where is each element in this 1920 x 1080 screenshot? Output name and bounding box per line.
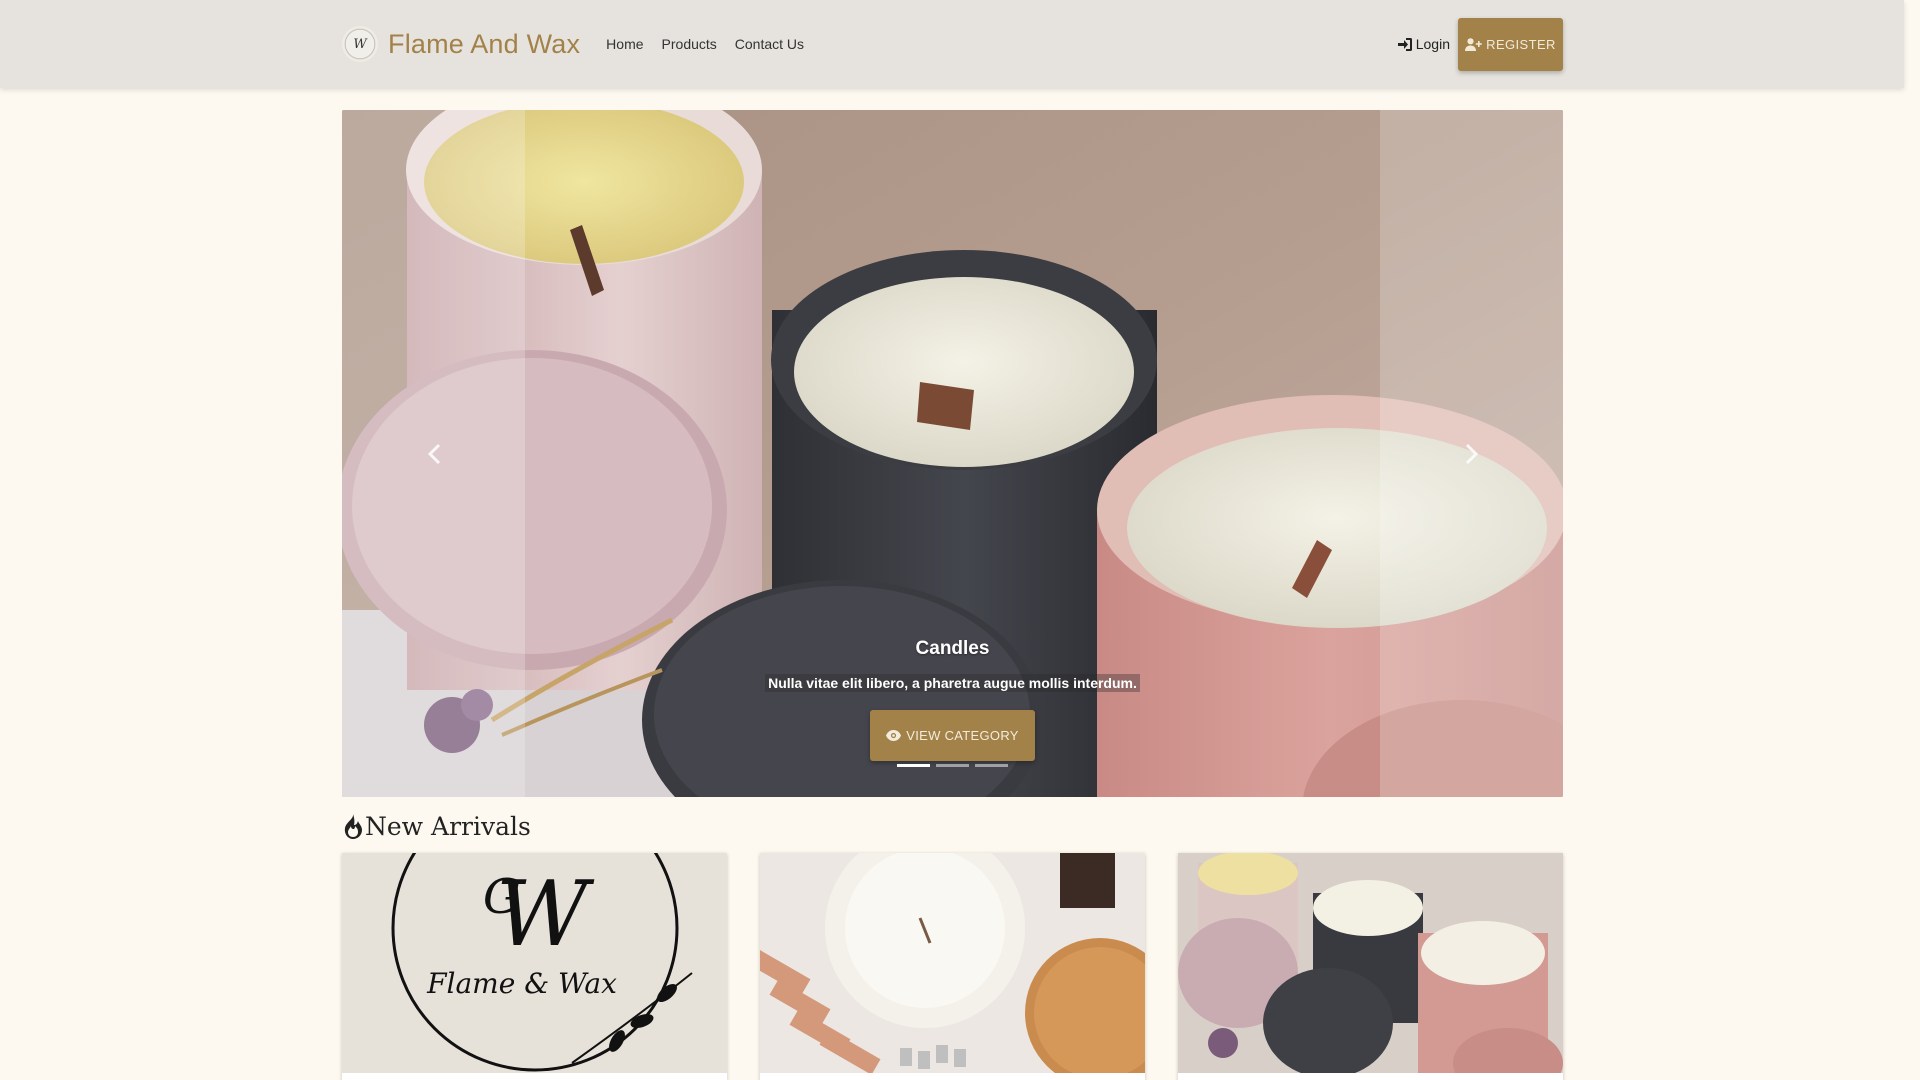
eye-icon bbox=[886, 730, 902, 741]
nav-link-contact[interactable]: Contact Us bbox=[735, 36, 804, 52]
caption-text: Nulla vitae elit libero, a pharetra augu… bbox=[765, 674, 1140, 692]
sign-in-icon bbox=[1397, 37, 1412, 51]
brand-logo-icon: W bbox=[342, 26, 378, 62]
nav-link-products[interactable]: Products bbox=[662, 36, 717, 52]
navbar: W Flame And Wax Home Products Contact Us… bbox=[0, 0, 1904, 88]
hero-carousel: Candles Nulla vitae elit libero, a phare… bbox=[342, 110, 1563, 797]
register-label: REGISTER bbox=[1486, 36, 1556, 52]
svg-text:G: G bbox=[483, 869, 521, 925]
chevron-left-icon bbox=[427, 443, 440, 464]
navbar-container: W Flame And Wax Home Products Contact Us… bbox=[342, 0, 1563, 88]
product-image-candles bbox=[1178, 853, 1563, 1073]
product-image-logo: W G Flame & Wax bbox=[342, 853, 727, 1073]
caption-title: Candles bbox=[915, 638, 990, 659]
product-card[interactable]: W G Flame & Wax bbox=[342, 853, 727, 1080]
product-card[interactable] bbox=[760, 853, 1145, 1080]
product-image-wicks bbox=[760, 853, 1145, 1073]
carousel-caption: Candles Nulla vitae elit libero, a phare… bbox=[342, 638, 1563, 761]
view-category-label: VIEW CATEGORY bbox=[906, 728, 1019, 743]
nav-auth: Login REGISTER bbox=[1397, 17, 1563, 71]
login-label: Login bbox=[1415, 36, 1450, 52]
chevron-right-icon bbox=[1465, 443, 1478, 464]
register-button[interactable]: REGISTER bbox=[1458, 17, 1563, 71]
nav-links: Home Products Contact Us bbox=[606, 36, 822, 52]
carousel-indicator-2[interactable] bbox=[936, 764, 969, 767]
brand-link[interactable]: W Flame And Wax bbox=[342, 26, 580, 62]
new-arrivals-title: New Arrivals bbox=[365, 812, 531, 841]
fire-icon bbox=[344, 814, 362, 839]
brand-name: Flame And Wax bbox=[388, 28, 581, 59]
carousel-indicator-3[interactable] bbox=[975, 764, 1008, 767]
new-arrivals-heading: New Arrivals bbox=[342, 812, 531, 841]
carousel-indicators bbox=[342, 764, 1563, 767]
view-category-button[interactable]: VIEW CATEGORY bbox=[870, 710, 1035, 761]
nav-link-home[interactable]: Home bbox=[606, 36, 643, 52]
product-card[interactable] bbox=[1178, 853, 1563, 1080]
card-logo-text: Flame & Wax bbox=[426, 967, 617, 1000]
new-arrivals-list: W G Flame & Wax bbox=[342, 853, 1563, 1080]
login-link[interactable]: Login bbox=[1397, 36, 1450, 52]
user-plus-icon bbox=[1465, 37, 1482, 51]
carousel-indicator-1[interactable] bbox=[897, 764, 930, 767]
